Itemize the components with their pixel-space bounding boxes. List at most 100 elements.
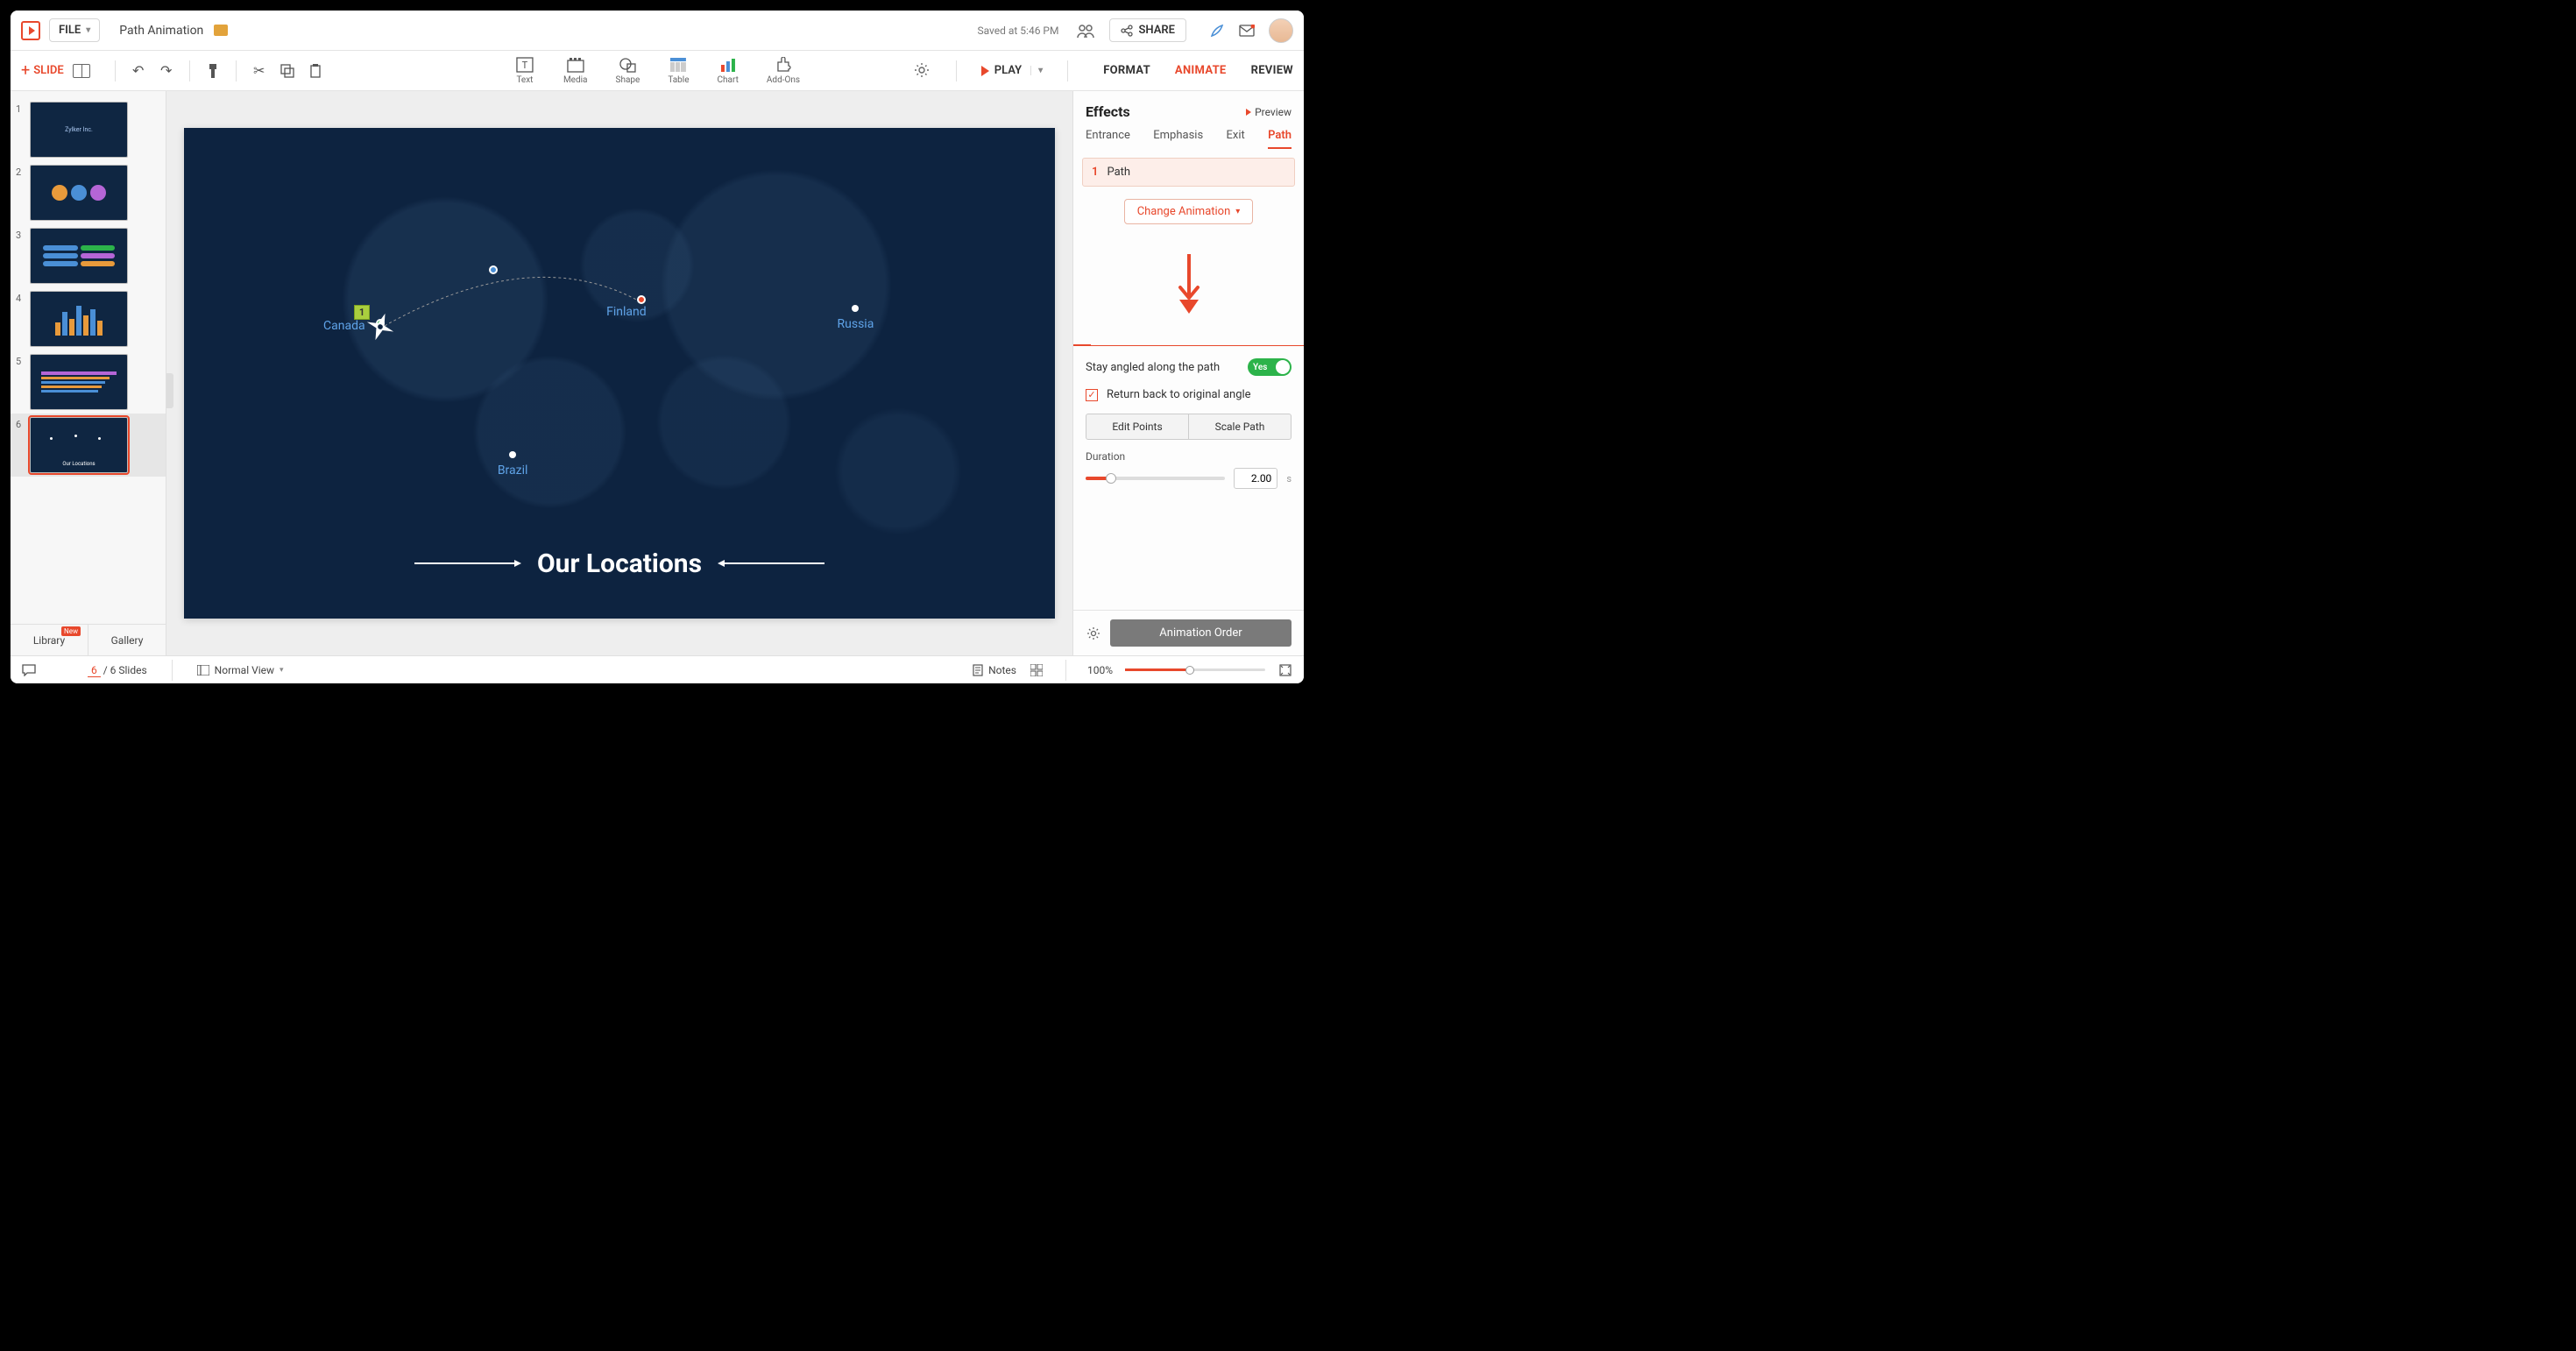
stay-angled-toggle[interactable]: Yes — [1248, 358, 1292, 376]
copy-button[interactable] — [276, 60, 299, 82]
share-icon — [1121, 25, 1133, 37]
location-dot — [852, 305, 859, 312]
layout-icon[interactable] — [73, 64, 90, 78]
document-title[interactable]: Path Animation — [119, 24, 203, 38]
mail-icon[interactable] — [1237, 21, 1256, 40]
path-control-point[interactable] — [489, 265, 498, 274]
tab-exit[interactable]: Exit — [1226, 129, 1244, 149]
insert-text-button[interactable]: T Text — [514, 56, 535, 85]
tab-library[interactable]: Library New — [11, 625, 88, 655]
separator — [956, 60, 957, 81]
duration-slider[interactable] — [1086, 477, 1225, 480]
tab-gallery[interactable]: Gallery — [88, 625, 166, 655]
panel-settings-icon[interactable] — [1086, 626, 1101, 641]
redo-button[interactable]: ↷ — [155, 60, 178, 82]
insert-table-button[interactable]: Table — [668, 56, 689, 85]
zoom-slider[interactable] — [1125, 668, 1265, 671]
title-bar: FILE ▾ Path Animation Saved at 5:46 PM S… — [11, 11, 1304, 51]
format-painter-button[interactable] — [202, 60, 224, 82]
settings-icon[interactable] — [914, 62, 931, 80]
add-slide-button[interactable]: + SLIDE — [21, 61, 64, 80]
tab-emphasis[interactable]: Emphasis — [1153, 129, 1203, 149]
tab-path[interactable]: Path — [1268, 129, 1292, 149]
path-end-point[interactable] — [637, 295, 646, 304]
thumbnail-list[interactable]: 1 Zylker Inc. 2 3 4 — [11, 91, 166, 624]
scale-path-button[interactable]: Scale Path — [1189, 414, 1292, 440]
brush-icon[interactable] — [1207, 21, 1227, 40]
tab-review[interactable]: REVIEW — [1251, 64, 1293, 77]
panel-heading: Effects — [1086, 103, 1130, 120]
cut-button[interactable]: ✂ — [248, 60, 271, 82]
thumbnail-item[interactable]: 6 Our Locations — [11, 414, 166, 477]
animation-order-button[interactable]: Animation Order — [1110, 619, 1292, 647]
share-button[interactable]: SHARE — [1109, 18, 1186, 42]
separator — [1065, 660, 1066, 681]
right-panel-tabs: FORMAT ANIMATE REVIEW — [1103, 64, 1293, 77]
edit-points-button[interactable]: Edit Points — [1086, 414, 1189, 440]
comments-icon[interactable] — [21, 662, 37, 678]
thumbnail-preview — [30, 228, 128, 284]
play-icon — [981, 66, 989, 76]
play-label: PLAY — [994, 64, 1022, 77]
location-dot — [509, 451, 516, 458]
paste-button[interactable] — [304, 60, 327, 82]
separator — [236, 60, 237, 81]
return-angle-checkbox[interactable] — [1086, 389, 1098, 401]
airplane-shape[interactable] — [363, 309, 398, 344]
play-icon — [1246, 109, 1251, 116]
insert-media-button[interactable]: Media — [563, 56, 588, 85]
thumbnail-preview: Our Locations — [30, 417, 128, 473]
preview-button[interactable]: Preview — [1246, 106, 1292, 118]
slide-canvas[interactable]: Canada Finland Russia Brazil 1 — [184, 128, 1055, 618]
fit-to-screen-icon[interactable] — [1277, 662, 1293, 678]
animation-properties: Stay angled along the path Yes Return ba… — [1073, 345, 1304, 501]
status-bar: 6 / 6 Slides Normal View ▾ Notes 100% — [11, 655, 1304, 683]
grid-view-icon[interactable] — [1029, 662, 1044, 678]
thumbnail-item[interactable]: 3 — [11, 224, 166, 287]
insert-addons-button[interactable]: Add-Ons — [767, 56, 800, 85]
insert-shape-button[interactable]: Shape — [616, 56, 640, 85]
duration-input[interactable] — [1234, 468, 1277, 489]
folder-icon[interactable] — [214, 25, 228, 36]
view-mode-selector[interactable]: Normal View ▾ — [197, 664, 284, 676]
tab-format[interactable]: FORMAT — [1103, 64, 1150, 77]
notes-button[interactable]: Notes — [973, 664, 1016, 676]
chevron-down-icon[interactable]: ▾ — [1030, 66, 1043, 75]
chart-icon — [718, 56, 739, 74]
thumbnail-item[interactable]: 1 Zylker Inc. — [11, 98, 166, 161]
thumbnail-item[interactable]: 5 — [11, 350, 166, 414]
file-menu[interactable]: FILE ▾ — [49, 18, 100, 42]
decorative-line — [414, 562, 520, 564]
animation-list: 1 Path — [1073, 158, 1304, 187]
thumbnail-preview — [30, 291, 128, 347]
notes-icon — [973, 664, 983, 676]
chevron-down-icon: ▾ — [1235, 207, 1240, 216]
view-icon — [197, 665, 209, 676]
insert-chart-button[interactable]: Chart — [718, 56, 739, 85]
duration-unit: s — [1286, 473, 1292, 485]
svg-text:T: T — [522, 60, 528, 71]
change-animation-button[interactable]: Change Animation ▾ — [1124, 199, 1254, 224]
thumbnail-item[interactable]: 4 — [11, 287, 166, 350]
duration-label: Duration — [1086, 450, 1125, 463]
separator — [115, 60, 116, 81]
thumbnail-item[interactable]: 2 — [11, 161, 166, 224]
thumbnail-preview — [30, 354, 128, 410]
play-button[interactable]: PLAY ▾ — [981, 64, 1043, 77]
tab-entrance[interactable]: Entrance — [1086, 129, 1130, 149]
current-slide-number[interactable]: 6 — [88, 664, 101, 677]
animation-list-item[interactable]: 1 Path — [1082, 158, 1295, 187]
main-area: 1 Zylker Inc. 2 3 4 — [11, 91, 1304, 655]
decorative-line — [719, 562, 824, 564]
undo-button[interactable]: ↶ — [127, 60, 150, 82]
library-tabs: Library New Gallery — [11, 624, 166, 655]
animate-panel: Effects Preview Entrance Emphasis Exit P… — [1072, 91, 1304, 655]
canvas-area: Canada Finland Russia Brazil 1 — [166, 91, 1072, 655]
table-icon — [668, 56, 689, 74]
zoom-level[interactable]: 100% — [1087, 664, 1113, 676]
tab-animate[interactable]: ANIMATE — [1175, 64, 1227, 77]
share-label: SHARE — [1138, 24, 1175, 37]
panel-resize-handle[interactable] — [166, 373, 173, 408]
collaborators-icon[interactable] — [1074, 21, 1097, 40]
user-avatar[interactable] — [1269, 18, 1293, 43]
